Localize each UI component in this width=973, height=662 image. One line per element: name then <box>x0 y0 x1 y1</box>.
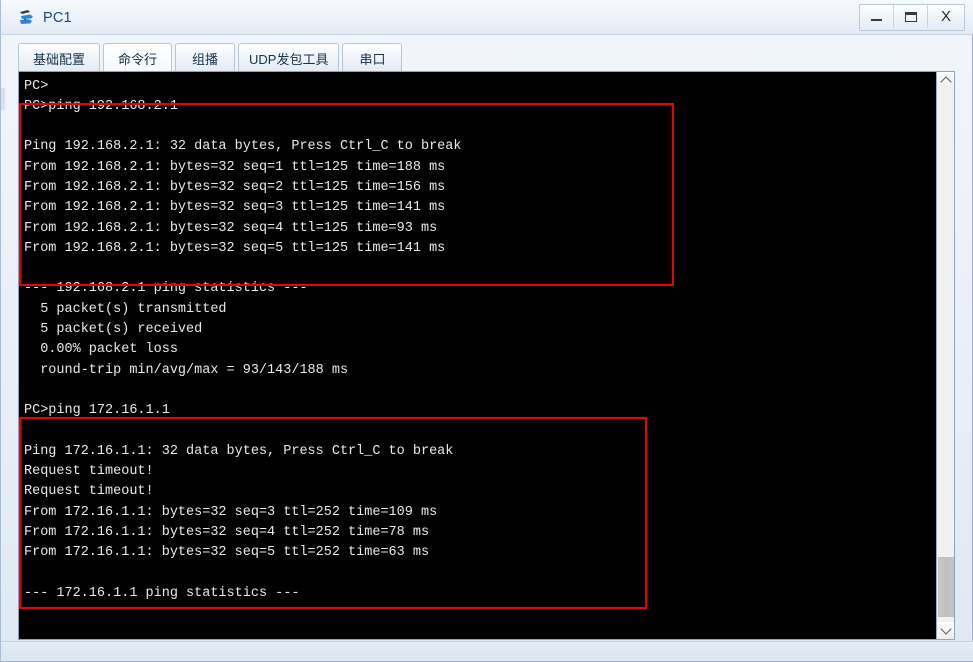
scroll-down-arrow[interactable] <box>937 622 954 639</box>
tab-basic-config[interactable]: 基础配置 <box>18 43 101 72</box>
chevron-down-icon <box>939 623 952 635</box>
close-icon: X <box>940 8 951 25</box>
tab-command-line[interactable]: 命令行 <box>103 43 173 72</box>
scroll-up-arrow[interactable] <box>937 72 954 89</box>
pc-device-icon <box>17 8 37 28</box>
scroll-thumb[interactable] <box>938 557 954 617</box>
titlebar-left-group: PC1 <box>17 0 72 35</box>
terminal-text: PC> PC>ping 192.168.2.1 Ping 192.168.2.1… <box>24 78 462 601</box>
tab-udp-packet-tool[interactable]: UDP发包工具 <box>238 43 340 72</box>
minimize-button[interactable] <box>860 5 894 28</box>
pc1-window: PC1 X 基础配置 命令行 组播 UDP发包工具 串口 PC> PC>ping… <box>0 0 973 662</box>
maximize-icon <box>904 11 917 22</box>
terminal-scrollbar[interactable] <box>936 72 954 639</box>
minimize-icon <box>871 19 882 21</box>
window-title: PC1 <box>43 9 72 26</box>
tab-strip: 基础配置 命令行 组播 UDP发包工具 串口 <box>18 41 405 72</box>
maximize-button[interactable] <box>894 5 928 28</box>
terminal-panel: PC> PC>ping 192.168.2.1 Ping 192.168.2.1… <box>18 71 955 640</box>
window-bottom-strip <box>1 641 973 661</box>
window-left-edge-marker <box>1 88 5 110</box>
window-controls: X <box>859 4 965 31</box>
tab-serial-port[interactable]: 串口 <box>342 43 403 72</box>
close-button[interactable]: X <box>928 5 964 28</box>
terminal-output[interactable]: PC> PC>ping 192.168.2.1 Ping 192.168.2.1… <box>19 72 936 639</box>
chevron-up-icon <box>939 76 952 88</box>
window-titlebar[interactable]: PC1 X <box>1 0 973 35</box>
tab-multicast[interactable]: 组播 <box>175 43 236 72</box>
